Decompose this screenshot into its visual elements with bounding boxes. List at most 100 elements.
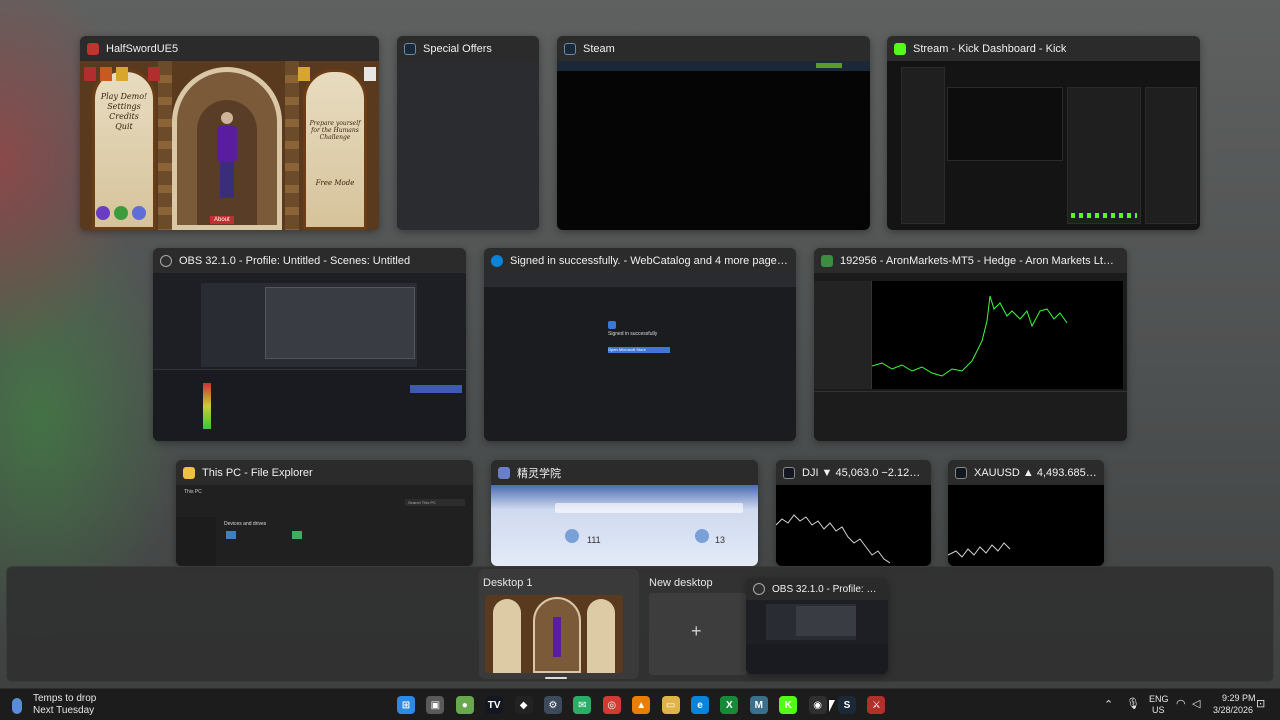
game-round-button — [114, 206, 128, 220]
new-desktop[interactable]: New desktop + — [645, 569, 751, 679]
mt5-icon[interactable]: M — [749, 696, 768, 714]
wechat-icon[interactable]: ✉ — [573, 696, 592, 714]
stat-circle — [565, 529, 579, 543]
explorer-icon — [183, 466, 195, 479]
mouse-cursor — [829, 700, 835, 712]
microphone-icon[interactable]: 🎙 — [1126, 697, 1140, 710]
window-header: XAUUSD ▲ 4,493.685 +2.64% / U... — [948, 460, 1104, 485]
language-indicator[interactable]: ENG — [1149, 694, 1169, 704]
window-header: Steam — [557, 36, 870, 61]
game-round-button — [96, 206, 110, 220]
vlc-icon[interactable]: ▲ — [632, 696, 651, 714]
window-edge[interactable]: Signed in successfully. - WebCatalog and… — [484, 248, 796, 441]
stat-card: 111 — [561, 525, 631, 561]
candle-chart — [776, 514, 891, 564]
task-view-icon[interactable]: ▣ — [426, 696, 445, 714]
game-menu-item: Credits — [109, 112, 139, 121]
edge-icon[interactable]: e — [691, 696, 709, 714]
window-halfsword[interactable]: HalfSwordUE5 Play Demo! Settings Credits… — [80, 36, 379, 230]
edge-icon — [491, 254, 503, 267]
new-desktop-thumbnail[interactable]: + — [649, 593, 747, 675]
edge-open-button: Open Microsoft Store — [608, 347, 670, 353]
kick-actions — [1071, 213, 1137, 218]
active-desktop-indicator — [545, 677, 567, 679]
window-preview — [887, 61, 1200, 230]
stat-card: 13 — [691, 525, 751, 561]
window-header: DJI ▼ 45,063.0 −2.12% / Unnamed — [776, 460, 931, 485]
banner-icon — [116, 67, 128, 81]
mt5-icon — [821, 254, 833, 267]
game-round-button — [132, 206, 146, 220]
desktop-1[interactable]: Desktop 1 — [479, 569, 639, 679]
notification-icon[interactable]: ⊡ — [1256, 697, 1265, 710]
window-special-offers[interactable]: Special Offers — [397, 36, 539, 230]
game-side-text: Prepare yourself for the Humans Challeng… — [309, 120, 361, 141]
window-title: Stream - Kick Dashboard - Kick — [913, 42, 1067, 55]
window-file-explorer[interactable]: This PC - File Explorer This PC Search T… — [176, 460, 473, 566]
window-preview: Signed in successfully Open Microsoft St… — [484, 273, 796, 441]
region-indicator[interactable]: US — [1152, 705, 1165, 715]
window-obs[interactable]: OBS 32.1.0 - Profile: Untitled - Scenes:… — [153, 248, 466, 441]
app-icon[interactable]: ● — [455, 696, 474, 714]
explorer-section-label: Devices and drives — [224, 521, 267, 527]
window-mt5[interactable]: 192956 - AronMarkets-MT5 - Hedge - Aron … — [814, 248, 1127, 441]
clock-time[interactable]: 9:29 PM — [1222, 693, 1256, 703]
settings-icon[interactable]: ⚙ — [544, 696, 562, 714]
window-header: OBS 32.1.0 - Profile: Untitle... — [746, 578, 888, 600]
window-steam[interactable]: Steam — [557, 36, 870, 230]
window-preview — [557, 61, 870, 230]
weather-subtitle[interactable]: Next Tuesday — [33, 705, 94, 716]
app-icon — [498, 466, 510, 479]
stat-value: 13 — [715, 535, 726, 545]
xbox-icon[interactable]: X — [720, 696, 739, 714]
window-xauusd-chart[interactable]: XAUUSD ▲ 4,493.685 +2.64% / U... — [948, 460, 1104, 566]
folder-icon[interactable]: ▭ — [661, 696, 680, 714]
steam-icon — [564, 42, 576, 55]
stat-value: 111 — [587, 535, 601, 545]
window-kick[interactable]: Stream - Kick Dashboard - Kick — [887, 36, 1200, 230]
game-side-panel: Prepare yourself for the Humans Challeng… — [303, 69, 367, 230]
game-menu-item: Play Demo! — [100, 92, 148, 101]
mt5-chart — [871, 281, 1123, 389]
steam-icon[interactable]: S — [838, 696, 856, 714]
taskbar: Temps to drop Next Tuesday ⊞ ▣ ● TV ◆ ⚙ ✉ ◎ ▲ ▭ e X… — [0, 688, 1280, 720]
clock-date[interactable]: 3/28/2026 — [1213, 705, 1253, 715]
tradingview-icon — [955, 466, 967, 479]
stat-circle — [695, 529, 709, 543]
window-jingling[interactable]: 精灵学院 111 13 — [491, 460, 758, 566]
explorer-tab: This PC — [184, 489, 202, 495]
volume-icon[interactable]: ◁ — [1192, 697, 1200, 710]
window-preview: This PC Search This PC Devices and drive… — [176, 485, 473, 566]
wifi-icon[interactable]: ◠ — [1176, 697, 1186, 710]
kick-right-panel — [1145, 87, 1197, 224]
banner-icon — [84, 67, 96, 81]
edge-heading: Signed in successfully — [608, 331, 658, 337]
window-title: OBS 32.1.0 - Profile: Untitle... — [772, 583, 881, 595]
mt5-terminal — [814, 391, 1127, 441]
game-menu-item: Settings — [107, 102, 141, 111]
app-red-icon[interactable]: ◎ — [602, 696, 621, 714]
start-icon[interactable]: ⊞ — [397, 696, 415, 714]
obs-icon[interactable]: ◉ — [808, 696, 827, 714]
explorer-nav-pane — [176, 517, 216, 566]
weather-title[interactable]: Temps to drop — [33, 693, 96, 704]
binance-icon[interactable]: ◆ — [514, 696, 533, 714]
window-title: This PC - File Explorer — [202, 466, 313, 479]
window-title: 192956 - AronMarkets-MT5 - Hedge - Aron … — [840, 254, 1120, 267]
window-header: 192956 - AronMarkets-MT5 - Hedge - Aron … — [814, 248, 1127, 273]
pillar — [158, 61, 172, 230]
chevron-up-icon[interactable]: ⌃ — [1104, 698, 1113, 711]
window-preview — [153, 273, 466, 441]
window-dji-chart[interactable]: DJI ▼ 45,063.0 −2.12% / Unnamed — [776, 460, 931, 566]
window-header: This PC - File Explorer — [176, 460, 473, 485]
window-header: Stream - Kick Dashboard - Kick — [887, 36, 1200, 61]
obs-icon — [753, 583, 765, 595]
window-preview — [948, 485, 1104, 566]
dragged-window-obs[interactable]: OBS 32.1.0 - Profile: Untitle... — [746, 578, 888, 674]
tradingview-icon[interactable]: TV — [485, 696, 504, 714]
kick-icon[interactable]: K — [779, 696, 798, 714]
window-title: Signed in successfully. - WebCatalog and… — [510, 254, 789, 267]
window-header: HalfSwordUE5 — [80, 36, 379, 61]
window-preview — [397, 61, 539, 230]
halfsword-icon[interactable]: ⚔ — [867, 696, 886, 714]
